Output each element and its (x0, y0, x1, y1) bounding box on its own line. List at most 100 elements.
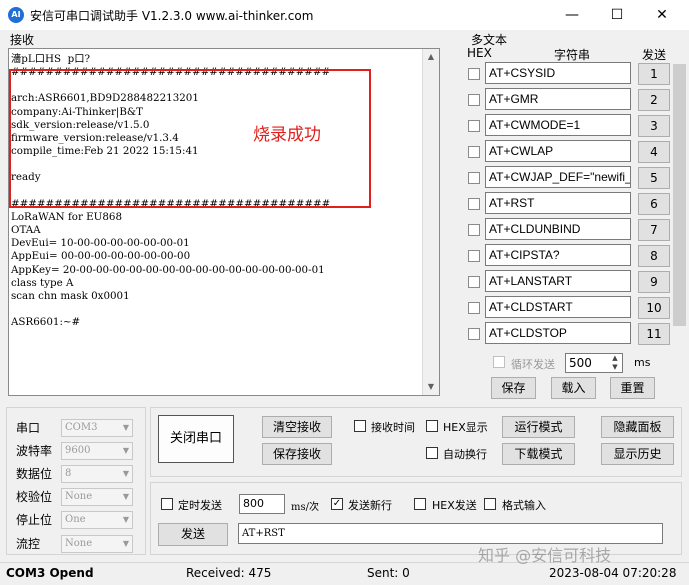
multi-text-send-button[interactable]: 10 (638, 297, 670, 319)
multi-text-input[interactable]: AT+CLDSTART (485, 296, 631, 318)
hex-display-label: HEX显示 (443, 421, 488, 434)
loop-send-checkbox[interactable] (493, 356, 505, 368)
hex-checkbox[interactable] (468, 250, 480, 262)
newline-label: 发送新行 (348, 499, 392, 512)
stopbits-select[interactable]: One ▼ (61, 511, 133, 529)
clear-receive-button[interactable]: 清空接收 (262, 416, 332, 438)
parity-select[interactable]: None ▼ (61, 488, 133, 506)
receive-label: 接收 (10, 33, 35, 47)
multi-text-send-button[interactable]: 5 (638, 167, 670, 189)
auto-wrap-checkbox[interactable] (426, 447, 438, 459)
multi-text-send-button[interactable]: 4 (638, 141, 670, 163)
multi-text-send-button[interactable]: 9 (638, 271, 670, 293)
received-count: Received: 475 (186, 566, 272, 580)
multi-text-input[interactable]: AT+GMR (485, 88, 631, 110)
multi-text-input[interactable]: AT+CLDSTOP (485, 322, 631, 344)
multi-text-send-button[interactable]: 11 (638, 323, 670, 345)
reset-multi-text-button[interactable]: 重置 (610, 377, 655, 399)
close-port-button[interactable]: 关闭串口 (158, 415, 234, 463)
parity-value: None (65, 491, 93, 502)
scroll-up-icon[interactable]: ▲ (423, 49, 439, 65)
multi-text-input[interactable]: AT+RST (485, 192, 631, 214)
baud-select[interactable]: 9600 ▼ (61, 442, 133, 460)
format-input-checkbox[interactable] (484, 498, 496, 510)
databits-value: 8 (65, 468, 72, 479)
hex-checkbox[interactable] (468, 120, 480, 132)
timed-send-label: 定时发送 (178, 499, 222, 512)
chevron-down-icon: ▼ (122, 446, 129, 455)
multi-text-input[interactable]: AT+CSYSID (485, 62, 631, 84)
databits-label: 数据位 (16, 467, 53, 481)
chevron-down-icon: ▼ (122, 492, 129, 501)
hex-checkbox[interactable] (468, 94, 480, 106)
hex-checkbox[interactable] (468, 224, 480, 236)
multi-text-input[interactable]: AT+LANSTART (485, 270, 631, 292)
hex-checkbox[interactable] (468, 328, 480, 340)
string-column-header: 字符串 (554, 48, 591, 62)
spin-down-icon[interactable]: ▼ (609, 363, 621, 372)
hex-checkbox[interactable] (468, 198, 480, 210)
hex-checkbox[interactable] (468, 302, 480, 314)
parity-label: 校验位 (16, 490, 53, 504)
multi-text-send-button[interactable]: 7 (638, 219, 670, 241)
baud-label: 波特率 (16, 444, 53, 458)
hex-checkbox[interactable] (468, 68, 480, 80)
receive-scrollbar[interactable]: ▲ ▼ (422, 49, 439, 395)
port-select[interactable]: COM3 ▼ (61, 419, 133, 437)
auto-wrap-label: 自动换行 (443, 448, 487, 461)
chevron-down-icon: ▼ (122, 423, 129, 432)
show-history-button[interactable]: 显示历史 (601, 443, 674, 465)
stopbits-value: One (65, 514, 86, 525)
save-multi-text-button[interactable]: 保存 (491, 377, 536, 399)
title-bar: AI 安信可串口调试助手 V1.2.3.0 www.ai-thinker.com… (0, 0, 689, 30)
hex-send-label: HEX发送 (432, 499, 477, 512)
loop-send-label: 循环发送 (511, 358, 555, 371)
send-interval-unit: ms/次 (291, 502, 319, 513)
scroll-down-icon[interactable]: ▼ (423, 379, 439, 395)
download-mode-button[interactable]: 下载模式 (502, 443, 575, 465)
send-input[interactable]: AT+RST (238, 523, 663, 544)
receive-time-checkbox[interactable] (354, 420, 366, 432)
multi-text-input[interactable]: AT+CWMODE=1 (485, 114, 631, 136)
hex-checkbox[interactable] (468, 276, 480, 288)
multi-text-input[interactable]: AT+CWLAP (485, 140, 631, 162)
spin-up-icon[interactable]: ▲ (609, 354, 621, 363)
flow-select[interactable]: None ▼ (61, 535, 133, 553)
multi-text-send-button[interactable]: 8 (638, 245, 670, 267)
hex-checkbox[interactable] (468, 146, 480, 158)
send-interval-input[interactable]: 800 (239, 494, 285, 514)
hex-checkbox[interactable] (468, 172, 480, 184)
hex-send-checkbox[interactable] (414, 498, 426, 510)
hex-display-checkbox[interactable] (426, 420, 438, 432)
stopbits-label: 停止位 (16, 513, 53, 527)
chevron-down-icon: ▼ (122, 515, 129, 524)
multi-text-scroll-thumb[interactable] (673, 64, 686, 326)
port-status: COM3 Opend (6, 566, 94, 580)
multi-text-send-button[interactable]: 3 (638, 115, 670, 137)
timed-send-checkbox[interactable] (161, 498, 173, 510)
chevron-down-icon: ▼ (122, 469, 129, 478)
multi-text-input[interactable]: AT+CLDUNBIND (485, 218, 631, 240)
baud-value: 9600 (65, 445, 91, 456)
multi-text-send-button[interactable]: 2 (638, 89, 670, 111)
multi-text-input[interactable]: AT+CWJAP_DEF="newifi_ (485, 166, 631, 188)
maximize-button[interactable]: ☐ (595, 2, 639, 28)
newline-checkbox[interactable]: ✓ (331, 498, 343, 510)
load-multi-text-button[interactable]: 载入 (551, 377, 596, 399)
multi-text-input[interactable]: AT+CIPSTA? (485, 244, 631, 266)
chevron-down-icon: ▼ (122, 539, 129, 548)
save-receive-button[interactable]: 保存接收 (262, 443, 332, 465)
hide-panel-button[interactable]: 隐藏面板 (601, 416, 674, 438)
databits-select[interactable]: 8 ▼ (61, 465, 133, 483)
run-mode-button[interactable]: 运行模式 (502, 416, 575, 438)
flow-label: 流控 (16, 537, 41, 551)
multi-text-send-button[interactable]: 6 (638, 193, 670, 215)
status-time: 2023-08-04 07:20:28 (549, 566, 677, 580)
multi-text-send-button[interactable]: 1 (638, 63, 670, 85)
minimize-button[interactable]: — (550, 2, 594, 28)
close-button[interactable]: ✕ (640, 2, 684, 28)
loop-unit-label: ms (634, 356, 651, 369)
send-button[interactable]: 发送 (158, 523, 228, 546)
port-value: COM3 (65, 422, 98, 433)
window-title: 安信可串口调试助手 V1.2.3.0 www.ai-thinker.com (30, 9, 314, 23)
